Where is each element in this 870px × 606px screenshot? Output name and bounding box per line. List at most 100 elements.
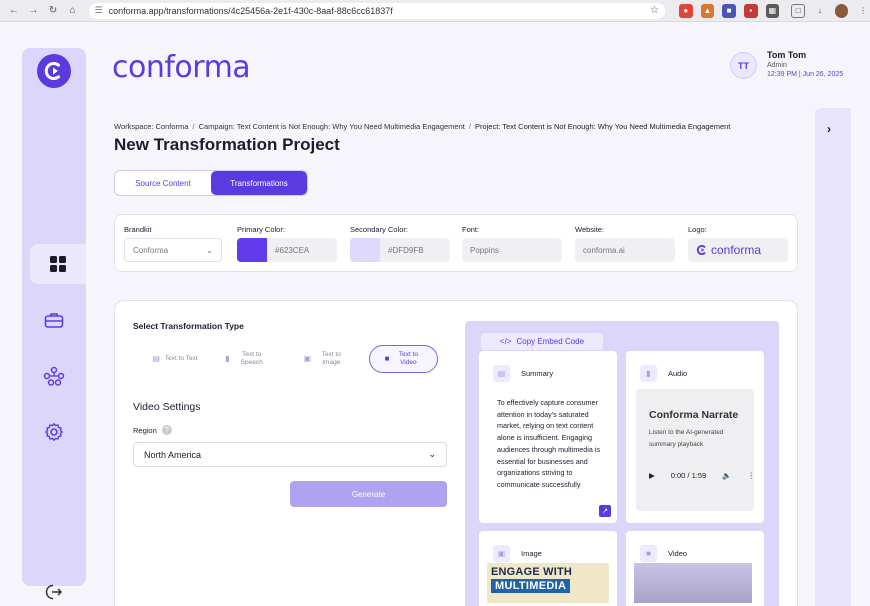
video-settings-title: Video Settings bbox=[133, 401, 201, 413]
sidebar-item-network[interactable] bbox=[32, 356, 76, 396]
breadcrumb-campaign[interactable]: Campaign: Text Content is Not Enough: Wh… bbox=[199, 122, 465, 131]
brandkit-label: Brandkit bbox=[124, 225, 152, 234]
extension-icon[interactable]: ● bbox=[678, 3, 693, 18]
reload-icon[interactable]: ↻ bbox=[45, 3, 61, 19]
type-text-to-video[interactable]: ■ Text to Video bbox=[369, 345, 438, 373]
breadcrumb-project[interactable]: Project: Text Content is Not Enough: Why… bbox=[475, 122, 730, 131]
tab-source-content[interactable]: Source Content bbox=[115, 171, 211, 195]
breadcrumb: Workspace: Conforma / Campaign: Text Conte… bbox=[114, 122, 731, 131]
brand-logo-icon bbox=[696, 244, 706, 256]
sidebar-item-dashboard[interactable] bbox=[30, 244, 86, 284]
region-value: North America bbox=[144, 449, 202, 460]
breadcrumb-workspace[interactable]: Workspace: Conforma bbox=[114, 122, 188, 131]
reading-list-icon[interactable]: □ bbox=[791, 3, 805, 18]
settings-icon bbox=[45, 423, 63, 441]
back-icon[interactable]: ← bbox=[6, 3, 22, 19]
tab-transformations[interactable]: Transformations bbox=[211, 171, 307, 195]
right-panel-rail: › bbox=[815, 108, 851, 606]
video-card: ■ Video bbox=[626, 531, 764, 606]
website-label: Website: bbox=[575, 225, 605, 234]
copy-embed-code-button[interactable]: </> Copy Embed Code bbox=[481, 333, 603, 350]
region-select[interactable]: North America ⌄ bbox=[133, 442, 447, 467]
video-thumbnail[interactable] bbox=[634, 563, 752, 603]
summary-icon: ▤ bbox=[493, 365, 510, 382]
page-title: New Transformation Project bbox=[114, 135, 340, 154]
expand-panel-chevron-icon[interactable]: › bbox=[827, 122, 831, 136]
generate-button[interactable]: Generate bbox=[290, 481, 447, 507]
site-info-icon[interactable]: ☰ bbox=[95, 5, 103, 16]
video-icon: ■ bbox=[640, 545, 657, 562]
extension-icon[interactable]: ▪ bbox=[743, 3, 758, 18]
home-icon[interactable]: ⌂ bbox=[65, 3, 81, 19]
logo-preview[interactable]: conforma bbox=[688, 238, 788, 262]
secondary-color-swatch[interactable] bbox=[350, 238, 380, 262]
bookmark-star-icon[interactable]: ☆ bbox=[650, 5, 659, 16]
section-title: Select Transformation Type bbox=[133, 321, 244, 331]
app-logo-icon[interactable] bbox=[37, 54, 71, 88]
document-icon: ▤ bbox=[152, 353, 160, 363]
logout-icon bbox=[45, 584, 63, 600]
extension-icon[interactable]: ▲ bbox=[700, 3, 715, 18]
more-options-icon[interactable]: ⋮ bbox=[747, 471, 755, 480]
video-title: Video bbox=[668, 549, 688, 558]
dashboard-icon bbox=[50, 256, 66, 272]
menu-dots-icon[interactable]: ⋮ bbox=[856, 4, 870, 18]
avatar[interactable]: TT bbox=[730, 52, 757, 79]
profile-avatar-icon[interactable] bbox=[834, 3, 849, 18]
code-icon: </> bbox=[499, 337, 512, 346]
brandkit-select[interactable]: Conforma ⌄ bbox=[124, 238, 222, 262]
audio-icon: ▮ bbox=[640, 365, 657, 382]
transformation-card: Select Transformation Type ▤ Text to Tex… bbox=[114, 300, 798, 606]
download-icon[interactable]: ↓ bbox=[813, 4, 827, 18]
browser-toolbar: ← → ↻ ⌂ ☰ conforma.app/transformations/4… bbox=[0, 0, 870, 22]
font-label: Font: bbox=[462, 225, 480, 234]
extension-icon[interactable]: ■ bbox=[722, 3, 736, 18]
primary-color-swatch[interactable] bbox=[237, 238, 267, 262]
tab-bar: Source Content Transformations bbox=[114, 170, 308, 196]
summary-text: To effectively capture consumer attentio… bbox=[497, 398, 601, 489]
secondary-color-value: #DFD9FB bbox=[388, 245, 424, 255]
type-text-to-image[interactable]: ▣ Text to Image bbox=[295, 345, 355, 373]
primary-color-label: Primary Color: bbox=[237, 225, 285, 234]
primary-color-field[interactable]: #623CEA bbox=[237, 238, 337, 262]
microphone-icon: ▮ bbox=[225, 353, 230, 363]
summary-title: Summary bbox=[521, 369, 554, 378]
sidebar-item-settings[interactable] bbox=[32, 412, 76, 452]
user-name: Tom Tom bbox=[767, 50, 807, 60]
brand-logo-text: conforma bbox=[112, 50, 251, 85]
generated-image[interactable]: ENGAGE WITH MULTIMEDIA bbox=[487, 563, 609, 603]
type-text-to-text[interactable]: ▤ Text to Text bbox=[145, 345, 205, 373]
logout-button[interactable] bbox=[32, 572, 76, 606]
network-icon bbox=[43, 366, 65, 386]
address-bar[interactable]: ☰ conforma.app/transformations/4c25456a-… bbox=[88, 2, 665, 19]
font-field[interactable]: Poppins bbox=[462, 238, 562, 262]
expand-icon[interactable]: ↗ bbox=[599, 505, 611, 517]
secondary-color-label: Secondary Color: bbox=[350, 225, 408, 234]
summary-card: ▤ Summary To effectively capture consume… bbox=[479, 351, 617, 523]
secondary-color-field[interactable]: #DFD9FB bbox=[350, 238, 450, 262]
user-role: Admin bbox=[767, 62, 787, 69]
volume-icon[interactable]: 🔈 bbox=[722, 471, 731, 480]
website-field[interactable]: conforma.ai bbox=[575, 238, 675, 262]
app-page: › conforma TT Tom Tom Admin 12:39 PM | J… bbox=[0, 22, 870, 606]
user-timestamp: 12:39 PM | Jun 26, 2025 bbox=[767, 71, 844, 78]
audio-preview: Conforma Narrate Listen to the AI-genera… bbox=[636, 389, 755, 511]
image-title: Image bbox=[521, 549, 542, 558]
forward-icon[interactable]: → bbox=[26, 3, 42, 19]
url-text: conforma.app/transformations/4c25456a-2e… bbox=[108, 5, 393, 16]
audio-time: 0:00 / 1:59 bbox=[670, 471, 707, 480]
narrate-title: Conforma Narrate bbox=[649, 409, 739, 421]
brandkit-card: Brandkit Conforma ⌄ Primary Color: #623C… bbox=[114, 214, 798, 272]
preview-panel: </> Copy Embed Code ▤ Summary To effecti… bbox=[465, 321, 779, 606]
help-icon[interactable]: ? bbox=[161, 425, 172, 435]
user-profile[interactable]: TT Tom Tom Admin 12:39 PM | Jun 26, 2025 bbox=[730, 50, 843, 79]
chevron-down-icon: ⌄ bbox=[206, 245, 213, 255]
puzzle-icon[interactable]: ▦ bbox=[765, 3, 780, 18]
type-text-to-speech[interactable]: ▮ Text to Speech bbox=[217, 345, 277, 373]
audio-title: Audio bbox=[668, 369, 688, 378]
video-camera-icon: ■ bbox=[384, 353, 390, 363]
sidebar-item-campaigns[interactable] bbox=[32, 300, 76, 340]
play-icon[interactable]: ▶ bbox=[649, 471, 655, 480]
image-card: ▣ Image ENGAGE WITH MULTIMEDIA bbox=[479, 531, 617, 606]
logo-text: conforma bbox=[711, 243, 762, 257]
